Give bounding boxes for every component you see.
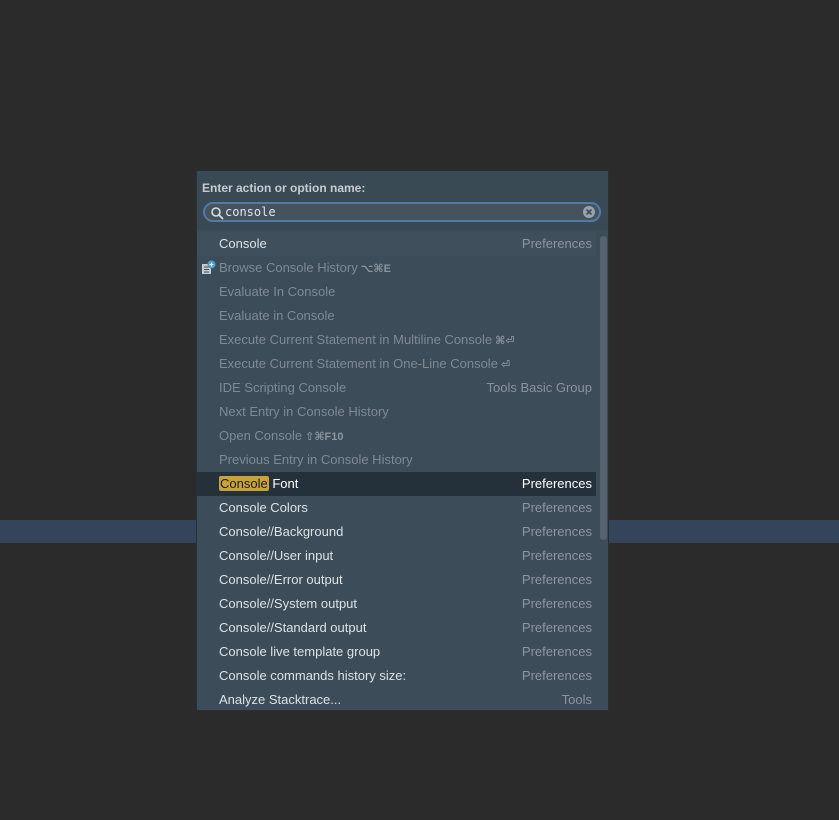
result-item[interactable]: Evaluate In Console bbox=[197, 280, 596, 304]
result-item[interactable]: Open Console ⇧⌘F10 bbox=[197, 424, 596, 448]
result-group: Preferences bbox=[521, 668, 592, 683]
result-text: Open Console bbox=[219, 428, 303, 443]
result-text: Evaluate In Console bbox=[219, 284, 336, 299]
result-text: Console bbox=[219, 236, 267, 251]
keyboard-shortcut: ⇧⌘F10 bbox=[305, 431, 344, 443]
result-label: Analyze Stacktrace... bbox=[219, 688, 342, 710]
result-item[interactable]: Console//Background Preferences bbox=[197, 520, 596, 544]
result-label: Open Console ⇧⌘F10 bbox=[219, 424, 344, 449]
search-input[interactable] bbox=[225, 204, 575, 220]
result-label: Console//Error output bbox=[219, 568, 343, 592]
result-item[interactable]: Console//Error output Preferences bbox=[197, 568, 596, 592]
popup-header: Enter action or option name: bbox=[197, 171, 608, 230]
result-item[interactable]: Analyze Stacktrace... Tools bbox=[197, 688, 596, 710]
result-text: Next Entry in Console History bbox=[219, 404, 389, 419]
keyboard-shortcut: ⌥⌘E bbox=[360, 263, 391, 275]
find-action-popup: Enter action or option name: Console Pref… bbox=[196, 170, 609, 711]
result-text: Font bbox=[272, 476, 299, 491]
clear-search-icon[interactable] bbox=[582, 205, 596, 219]
scrollbar-thumb[interactable] bbox=[600, 236, 607, 540]
result-text: Console commands history size: bbox=[219, 668, 407, 683]
result-group: Preferences bbox=[521, 236, 592, 251]
result-item[interactable]: Execute Current Statement in Multiline C… bbox=[197, 328, 596, 352]
results-scrollbar[interactable] bbox=[597, 232, 608, 710]
result-item[interactable]: Console Colors Preferences bbox=[197, 496, 596, 520]
results-list: Console Preferences Browse Console History… bbox=[197, 232, 596, 710]
result-group: Tools Basic Group bbox=[486, 380, 593, 395]
result-item[interactable]: Console//System output Preferences bbox=[197, 592, 596, 616]
result-group: Preferences bbox=[521, 500, 592, 515]
result-item[interactable]: Console Font Preferences bbox=[197, 472, 596, 496]
result-group: Preferences bbox=[521, 476, 592, 491]
result-text: Console//User input bbox=[219, 548, 334, 563]
result-label: Console Colors bbox=[219, 496, 308, 520]
keyboard-shortcut: ⌘⏎ bbox=[495, 335, 515, 347]
result-label: Console bbox=[219, 232, 267, 256]
result-text: Browse Console History bbox=[219, 260, 358, 275]
result-label: Console commands history size: bbox=[219, 664, 406, 688]
result-label: Next Entry in Console History bbox=[219, 400, 389, 424]
result-text: Previous Entry in Console History bbox=[219, 452, 413, 467]
result-text: Execute Current Statement in One-Line Co… bbox=[219, 356, 498, 371]
result-item[interactable]: Console commands history size: Preference… bbox=[197, 664, 596, 688]
result-group: Preferences bbox=[521, 572, 592, 587]
result-text: Console live template group bbox=[219, 644, 381, 659]
result-label: IDE Scripting Console bbox=[219, 376, 346, 400]
result-label: Previous Entry in Console History bbox=[219, 448, 413, 472]
result-label: Console//Standard output bbox=[219, 616, 366, 640]
result-label: Console live template group bbox=[219, 640, 380, 664]
result-item[interactable]: Console live template group Preferences bbox=[197, 640, 596, 664]
result-label: Console//System output bbox=[219, 592, 357, 616]
result-text: Console//Background bbox=[219, 524, 344, 539]
search-box[interactable] bbox=[203, 202, 601, 222]
result-text: Analyze Stacktrace... bbox=[219, 692, 342, 707]
result-text: Execute Current Statement in Multiline C… bbox=[219, 332, 493, 347]
result-label: Execute Current Statement in One-Line Co… bbox=[219, 352, 510, 377]
result-text: Evaluate in Console bbox=[219, 308, 335, 323]
result-label: Console//User input bbox=[219, 544, 333, 568]
result-label: Execute Current Statement in Multiline C… bbox=[219, 328, 515, 353]
result-item[interactable]: Console Preferences bbox=[197, 232, 596, 256]
result-group: Tools bbox=[561, 692, 592, 707]
result-text: IDE Scripting Console bbox=[219, 380, 347, 395]
result-item[interactable]: Evaluate in Console bbox=[197, 304, 596, 328]
result-item[interactable]: Console//User input Preferences bbox=[197, 544, 596, 568]
result-group: Preferences bbox=[521, 596, 592, 611]
popup-prompt: Enter action or option name: bbox=[202, 181, 366, 195]
result-item[interactable]: Console//Standard output Preferences bbox=[197, 616, 596, 640]
match-highlight: Console bbox=[219, 476, 269, 491]
result-item[interactable]: Execute Current Statement in One-Line Co… bbox=[197, 352, 596, 376]
result-item[interactable]: Next Entry in Console History bbox=[197, 400, 596, 424]
result-group: Preferences bbox=[521, 548, 592, 563]
result-text: Console//Error output bbox=[219, 572, 343, 587]
result-group: Preferences bbox=[521, 620, 592, 635]
history-icon bbox=[202, 260, 216, 274]
result-text: Console Colors bbox=[219, 500, 308, 515]
keyboard-shortcut: ⏎ bbox=[500, 359, 511, 371]
result-group: Preferences bbox=[521, 644, 592, 659]
result-label: Browse Console History ⌥⌘E bbox=[219, 256, 391, 281]
result-item[interactable]: Browse Console History ⌥⌘E bbox=[197, 256, 596, 280]
result-label: Console//Background bbox=[219, 520, 343, 544]
result-text: Console//Standard output bbox=[219, 620, 367, 635]
result-label: Evaluate in Console bbox=[219, 304, 335, 328]
result-label: Evaluate In Console bbox=[219, 280, 335, 304]
result-text: Console//System output bbox=[219, 596, 358, 611]
result-label: Console Font bbox=[219, 472, 298, 496]
result-group: Preferences bbox=[521, 524, 592, 539]
result-item[interactable]: Previous Entry in Console History bbox=[197, 448, 596, 472]
result-item[interactable]: IDE Scripting Console Tools Basic Group bbox=[197, 376, 596, 400]
search-icon bbox=[211, 207, 224, 220]
